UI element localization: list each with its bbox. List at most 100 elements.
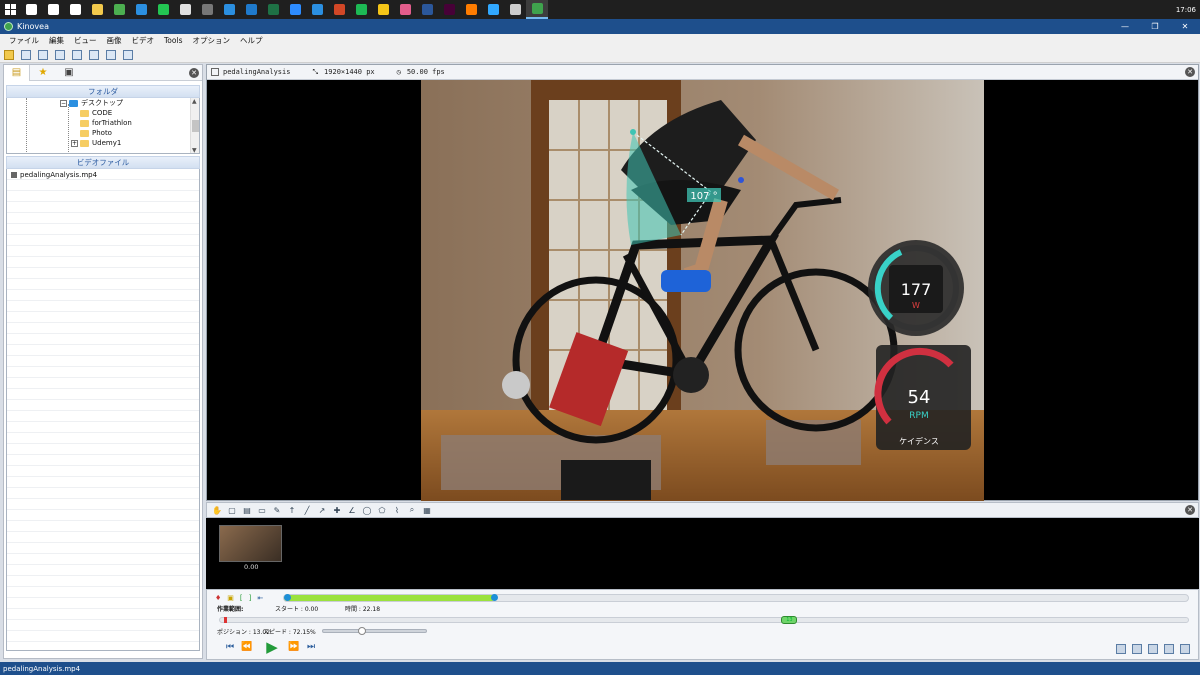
lock-icon[interactable]: ▣ bbox=[227, 594, 234, 602]
taskbar-app-button[interactable] bbox=[152, 0, 174, 19]
range-start-handle[interactable] bbox=[284, 594, 291, 601]
taskbar-app-button[interactable] bbox=[350, 0, 372, 19]
line-tool-button[interactable]: ╱ bbox=[301, 504, 313, 516]
playhead-badge[interactable]: 13 bbox=[781, 616, 798, 624]
pin-icon[interactable]: ♦ bbox=[215, 594, 221, 602]
menu-image[interactable]: 画像 bbox=[102, 35, 127, 46]
folder-tree-item[interactable]: CODE bbox=[80, 108, 112, 118]
taskbar-app-button[interactable] bbox=[130, 0, 152, 19]
taskbar-app-button[interactable] bbox=[240, 0, 262, 19]
expand-icon[interactable]: + bbox=[71, 139, 78, 147]
first-frame-button[interactable]: ⏮ bbox=[223, 640, 237, 654]
toolbar-close-button[interactable]: ✕ bbox=[1185, 505, 1195, 515]
tab-folders[interactable]: ▤ bbox=[4, 64, 30, 81]
brush-tool-button[interactable]: ⌇ bbox=[391, 504, 403, 516]
grid-tool-button[interactable]: ▦ bbox=[421, 504, 433, 516]
keyframe-thumbnail[interactable] bbox=[219, 525, 282, 562]
mosaic-button[interactable] bbox=[121, 48, 135, 62]
viewer-close-button[interactable]: ✕ bbox=[1185, 67, 1195, 77]
maximize-button[interactable]: ❐ bbox=[1140, 19, 1170, 34]
video-file-item[interactable]: pedalingAnalysis.mp4 bbox=[7, 169, 199, 180]
angle-tool-button[interactable]: ∠ bbox=[346, 504, 358, 516]
panel-close-button[interactable]: ✕ bbox=[189, 67, 199, 78]
range-end-icon[interactable]: ] bbox=[249, 594, 252, 602]
taskbar-app-button[interactable] bbox=[174, 0, 196, 19]
taskbar-app-button[interactable] bbox=[504, 0, 526, 19]
export-video-icon[interactable] bbox=[1148, 644, 1158, 654]
tab-favorites[interactable]: ★ bbox=[30, 65, 56, 81]
scroll-thumb[interactable] bbox=[192, 120, 199, 132]
circle-tool-button[interactable]: ◯ bbox=[361, 504, 373, 516]
browser-button[interactable] bbox=[104, 48, 118, 62]
taskbar-app-button[interactable] bbox=[218, 0, 240, 19]
speed-slider[interactable] bbox=[322, 627, 427, 635]
taskbar-app-button[interactable] bbox=[482, 0, 504, 19]
menu-video[interactable]: ビデオ bbox=[127, 35, 160, 46]
scroll-down-icon[interactable]: ▼ bbox=[192, 147, 197, 153]
save-button[interactable] bbox=[19, 48, 33, 62]
play-button[interactable]: ▶ bbox=[263, 638, 281, 656]
start-button[interactable] bbox=[0, 0, 20, 19]
taskbar-app-button[interactable] bbox=[306, 0, 328, 19]
range-start-icon[interactable]: [ bbox=[240, 594, 243, 602]
taskbar-app-button[interactable] bbox=[460, 0, 482, 19]
polygon-tool-button[interactable]: ⬠ bbox=[376, 504, 388, 516]
tab-cameras[interactable]: ▣ bbox=[56, 65, 82, 81]
multi-snapshot-icon[interactable] bbox=[1132, 644, 1142, 654]
menu-tools[interactable]: Tools bbox=[159, 36, 187, 45]
scroll-up-icon[interactable]: ▲ bbox=[192, 98, 197, 105]
arrow-tool-button[interactable]: ↑ bbox=[286, 504, 298, 516]
capture-button[interactable] bbox=[70, 48, 84, 62]
snapshot-icon[interactable] bbox=[1116, 644, 1126, 654]
range-reset-icon[interactable]: ⇤ bbox=[257, 594, 263, 602]
dual-view-button[interactable] bbox=[53, 48, 67, 62]
taskbar-app-button[interactable] bbox=[526, 0, 548, 19]
next-frame-button[interactable]: ⏩ bbox=[287, 640, 301, 654]
position-slider[interactable]: 13 bbox=[219, 616, 1189, 624]
taskbar-app-button[interactable] bbox=[438, 0, 460, 19]
comments-button[interactable]: ▤ bbox=[241, 504, 253, 516]
menu-edit[interactable]: 編集 bbox=[44, 35, 69, 46]
magnifier-tool-button[interactable]: ⌕ bbox=[406, 504, 418, 516]
menu-view[interactable]: ビュー bbox=[69, 35, 102, 46]
export-spreadsheet-icon[interactable] bbox=[1180, 644, 1190, 654]
single-view-button[interactable] bbox=[36, 48, 50, 62]
video-frame[interactable]: 107 ° 177 W 54 RPM ケイデンス bbox=[421, 80, 984, 501]
add-keyframe-button[interactable]: ▢ bbox=[226, 504, 238, 516]
last-frame-button[interactable]: ⏭ bbox=[304, 640, 318, 654]
taskbar-app-button[interactable] bbox=[42, 0, 64, 19]
folder-tree-item[interactable]: forTriathlon bbox=[80, 118, 132, 128]
cross-tool-button[interactable]: ✚ bbox=[331, 504, 343, 516]
taskbar-app-button[interactable] bbox=[20, 0, 42, 19]
close-button[interactable]: ✕ bbox=[1170, 19, 1200, 34]
folder-tree-scrollbar[interactable]: ▲ ▼ bbox=[190, 98, 199, 153]
speed-slider-knob[interactable] bbox=[358, 627, 367, 635]
taskbar-app-button[interactable] bbox=[284, 0, 306, 19]
open-file-button[interactable] bbox=[2, 48, 16, 62]
menu-help[interactable]: ヘルプ bbox=[235, 35, 268, 46]
arrow-line-tool-button[interactable]: ↗ bbox=[316, 504, 328, 516]
folder-tree-item[interactable]: Photo bbox=[80, 128, 112, 138]
taskbar-app-button[interactable] bbox=[416, 0, 438, 19]
taskbar-app-button[interactable] bbox=[262, 0, 284, 19]
taskbar-app-button[interactable] bbox=[64, 0, 86, 19]
taskbar-app-button[interactable] bbox=[196, 0, 218, 19]
taskbar-app-button[interactable] bbox=[328, 0, 350, 19]
save-analysis-icon[interactable] bbox=[1164, 644, 1174, 654]
folder-tree-item[interactable]: + Udemy1 bbox=[71, 138, 121, 148]
taskbar-app-button[interactable] bbox=[394, 0, 416, 19]
range-end-handle[interactable] bbox=[491, 594, 499, 601]
pencil-tool-button[interactable]: ✎ bbox=[271, 504, 283, 516]
label-tool-button[interactable]: ▭ bbox=[256, 504, 268, 516]
working-range-slider[interactable] bbox=[283, 594, 1189, 602]
hand-tool-button[interactable]: ✋ bbox=[211, 504, 223, 516]
previous-frame-button[interactable]: ⏪ bbox=[240, 640, 254, 654]
collapse-icon[interactable]: − bbox=[60, 99, 67, 107]
menu-file[interactable]: ファイル bbox=[4, 35, 44, 46]
taskbar-app-button[interactable] bbox=[108, 0, 130, 19]
taskbar-app-button[interactable] bbox=[86, 0, 108, 19]
folder-tree-item[interactable]: − デスクトップ bbox=[60, 98, 123, 108]
menu-options[interactable]: オプション bbox=[187, 35, 235, 46]
dual-capture-button[interactable] bbox=[87, 48, 101, 62]
minimize-button[interactable]: — bbox=[1110, 19, 1140, 34]
